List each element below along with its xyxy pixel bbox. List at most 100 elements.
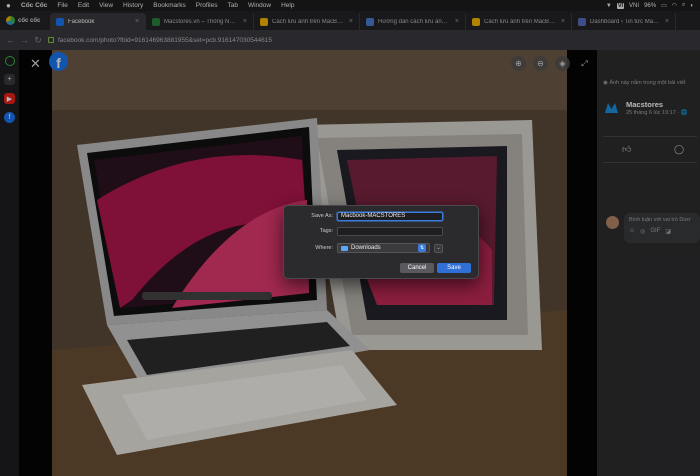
tab-close-icon[interactable]: × <box>665 18 669 25</box>
tag-icon[interactable]: ◈ <box>555 56 570 71</box>
menu-view[interactable]: View <box>94 2 118 9</box>
updown-chevron-icon[interactable]: ⇅ <box>418 244 426 252</box>
tab-close-icon[interactable]: × <box>561 18 565 25</box>
zoom-in-icon[interactable]: ⊕ <box>511 56 526 71</box>
tab-close-icon[interactable]: × <box>349 18 353 25</box>
where-value: Downloads <box>351 245 381 251</box>
comment-placeholder: Bình luận với vai trò Dươ <box>629 217 691 223</box>
tab-title: Cách lưu ảnh trên MacBook cự... <box>484 18 557 25</box>
comment-input[interactable]: Bình luận với vai trò Dươ ☺ ◎ GIF ◪ <box>624 213 700 243</box>
youtube-icon[interactable]: ▶ <box>4 93 15 104</box>
folder-icon <box>341 245 348 251</box>
sticker-icon[interactable]: ◪ <box>665 228 671 235</box>
divider <box>603 162 697 163</box>
menu-help[interactable]: Help <box>276 2 299 9</box>
battery-icon[interactable]: ▭ <box>661 2 667 9</box>
tab-bar: cốc cốc Facebook × Macstores.vn – Thống NG… <box>0 11 700 30</box>
coccoc-logo-icon <box>6 16 15 25</box>
url-text: facebook.com/photo?fbid=916146963881955&… <box>58 36 272 44</box>
browser-sidebar: + ▶ f <box>0 50 19 476</box>
tab-favicon-icon <box>260 17 268 26</box>
where-select[interactable]: Downloads ⇅ <box>337 243 430 253</box>
menu-file[interactable]: File <box>52 2 72 9</box>
input-language[interactable]: VNI <box>629 3 639 9</box>
tab-2[interactable]: Cách lưu ảnh trên MacBook đơ... × <box>254 13 360 30</box>
menu-profiles[interactable]: Profiles <box>191 2 223 9</box>
tab-title: Hướng dẫn cách lưu ảnh trên t... <box>378 18 451 25</box>
save-dialog: Save As: Macbook-MACSTORES Tags: Where: … <box>283 205 479 279</box>
expand-dialog-button[interactable]: ⌄ <box>434 243 443 253</box>
tab-favicon-icon <box>472 17 480 26</box>
status-area: ▼ VI VNI 96% ▭ ◠ ⌕ ◐ <box>606 2 694 9</box>
tags-label: Tags: <box>319 228 333 234</box>
apple-icon[interactable]: ● <box>6 1 16 10</box>
macos-menubar: ● Cốc Cốc File Edit View History Bookmar… <box>0 0 700 11</box>
like-icon[interactable]: 👍︎ <box>622 144 631 155</box>
facebook-logo-icon[interactable]: f <box>49 52 68 71</box>
page-avatar-icon[interactable] <box>604 100 619 115</box>
tab-close-icon[interactable]: × <box>243 18 247 25</box>
cancel-button[interactable]: Cancel <box>400 263 434 273</box>
forward-icon[interactable]: → <box>20 35 29 45</box>
tab-close-icon[interactable]: × <box>135 18 139 25</box>
tab-close-icon[interactable]: × <box>455 18 459 25</box>
post-details-panel: ◉ Ảnh này nằm trong một bài viết Macstor… <box>597 50 700 476</box>
vpn-icon[interactable]: ▼ <box>606 3 612 9</box>
browser-name: cốc cốc <box>18 17 41 24</box>
menu-bookmarks[interactable]: Bookmarks <box>148 2 191 9</box>
page-name[interactable]: Macstores <box>626 100 663 109</box>
user-avatar[interactable] <box>606 216 619 229</box>
gif-icon[interactable]: GIF <box>650 228 660 235</box>
lock-icon[interactable] <box>48 37 54 43</box>
tab-favicon-icon <box>56 17 64 26</box>
menu-tab[interactable]: Tab <box>222 2 242 9</box>
coccoc-icon[interactable] <box>4 56 15 66</box>
wifi-icon[interactable]: ◠ <box>672 2 677 9</box>
tags-row: Tags: <box>284 225 480 237</box>
reload-icon[interactable]: ↻ <box>34 35 42 46</box>
save-as-row: Save As: Macbook-MACSTORES <box>284 210 480 222</box>
add-icon[interactable]: + <box>4 74 15 85</box>
save-button[interactable]: Save <box>437 263 471 273</box>
where-row: Where: Downloads ⇅ ⌄ <box>284 242 480 254</box>
input-source-badge[interactable]: VI <box>616 2 625 9</box>
tab-favicon-icon <box>152 17 160 26</box>
tab-title: Facebook <box>68 18 95 25</box>
where-label: Where: <box>315 245 333 251</box>
divider <box>603 136 697 137</box>
tab-1[interactable]: Macstores.vn – Thống NGÀY 2... × <box>146 13 254 30</box>
browser-brand[interactable]: cốc cốc <box>0 11 50 30</box>
post-date[interactable]: 25 tháng 6 lúc 19:17 · 🌐 <box>626 110 688 116</box>
tab-title: Dashboard ‹ Tin tức Macstore... <box>590 18 661 25</box>
menu-history[interactable]: History <box>118 2 148 9</box>
tab-favicon-icon <box>578 17 586 26</box>
tags-input[interactable] <box>337 226 443 236</box>
camera-icon[interactable]: ◎ <box>640 228 645 235</box>
close-viewer-icon[interactable]: ✕ <box>30 56 41 72</box>
comment-tools: ☺ ◎ GIF ◪ <box>629 228 695 235</box>
tab-0[interactable]: Facebook × <box>50 13 146 30</box>
save-as-label: Save As: <box>311 213 333 219</box>
url-field[interactable]: facebook.com/photo?fbid=916146963881955&… <box>48 33 694 47</box>
post-hint: ◉ Ảnh này nằm trong một bài viết <box>603 80 686 86</box>
emoji-icon[interactable]: ☺ <box>629 228 635 235</box>
address-bar: ← → ↻ facebook.com/photo?fbid=9161469638… <box>0 30 700 50</box>
fullscreen-icon[interactable]: ⤢ <box>577 56 592 71</box>
menu-app[interactable]: Cốc Cốc <box>16 2 52 9</box>
spotlight-icon[interactable]: ⌕ <box>682 2 685 9</box>
battery-percent: 96% <box>644 2 657 9</box>
menu-window[interactable]: Window <box>243 2 276 9</box>
facebook-icon[interactable]: f <box>4 112 15 123</box>
back-icon[interactable]: ← <box>6 35 15 45</box>
zoom-out-icon[interactable]: ⊖ <box>533 56 548 71</box>
menu-edit[interactable]: Edit <box>73 2 94 9</box>
tab-4[interactable]: Cách lưu ảnh trên MacBook cự... × <box>466 13 572 30</box>
tab-5[interactable]: Dashboard ‹ Tin tức Macstore... × <box>572 13 676 30</box>
control-center-icon[interactable]: ◐ <box>690 3 694 9</box>
comment-icon[interactable]: ◯ <box>674 144 684 155</box>
save-as-input[interactable]: Macbook-MACSTORES <box>337 211 443 221</box>
tab-title: Macstores.vn – Thống NGÀY 2... <box>164 18 239 25</box>
tab-title: Cách lưu ảnh trên MacBook đơ... <box>272 18 345 25</box>
tab-favicon-icon <box>366 17 374 26</box>
tab-3[interactable]: Hướng dẫn cách lưu ảnh trên t... × <box>360 13 466 30</box>
